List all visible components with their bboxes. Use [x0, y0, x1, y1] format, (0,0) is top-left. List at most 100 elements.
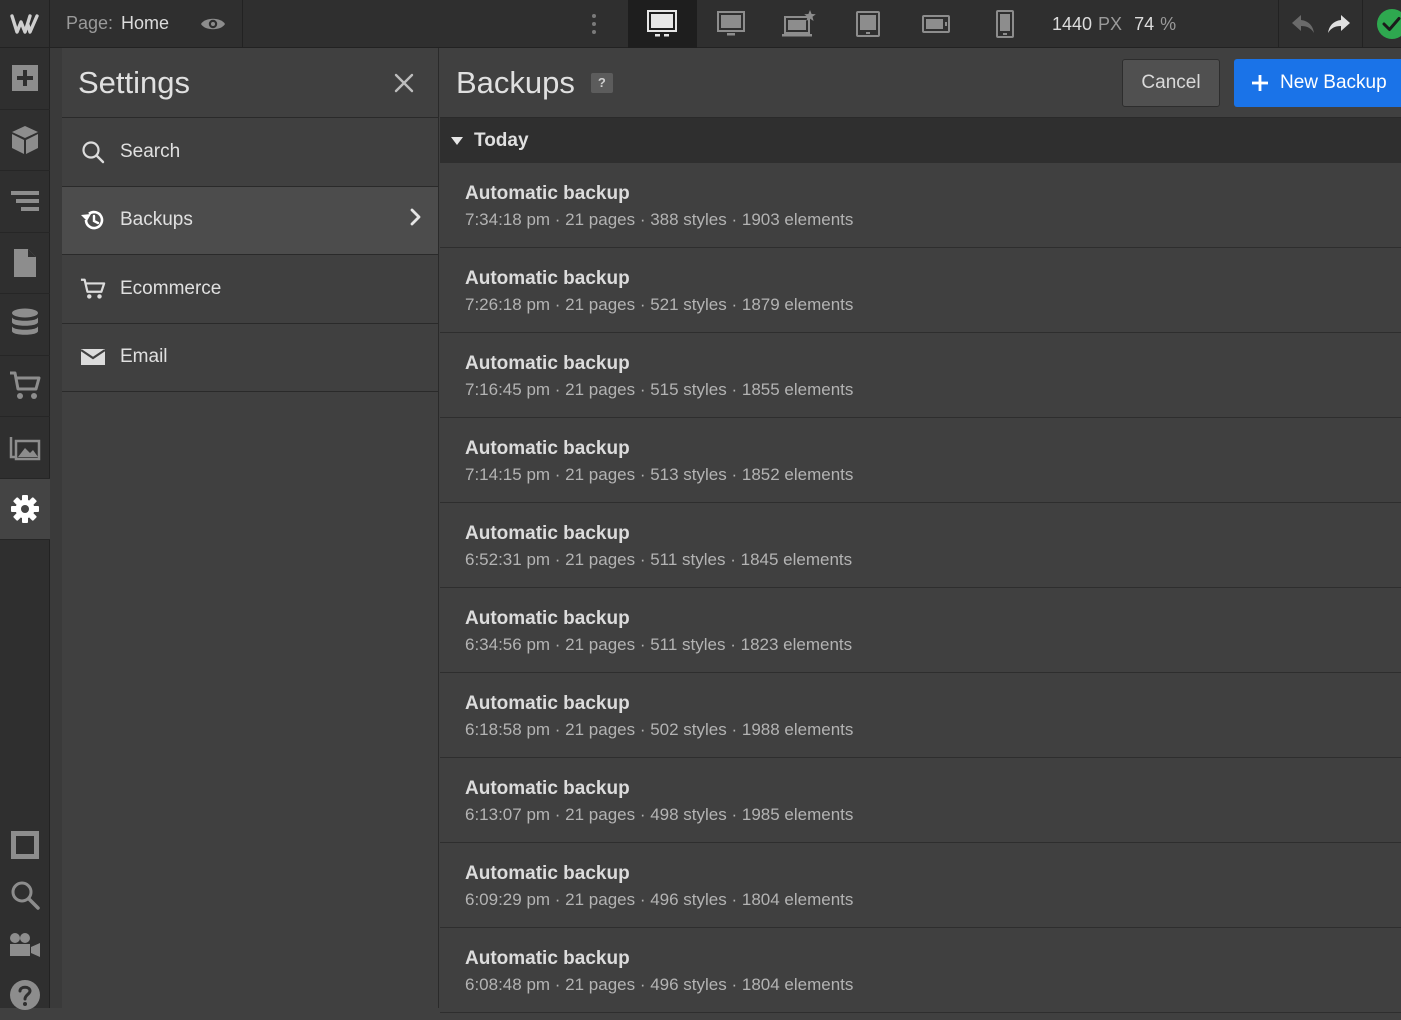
group-header-today[interactable]: Today	[440, 118, 1401, 163]
settings-item-label: Email	[120, 346, 168, 368]
gear-icon	[11, 494, 39, 523]
video-tutorials-button[interactable]	[0, 920, 50, 970]
backup-item[interactable]: Automatic backup 7:14:15 pm · 21 pages · …	[440, 418, 1401, 503]
backup-meta: 7:16:45 pm · 21 pages · 515 styles · 185…	[465, 380, 854, 399]
cms-panel-button[interactable]	[0, 294, 50, 356]
laptop-star-icon	[782, 10, 817, 37]
backups-title: Backups	[456, 64, 575, 100]
breakpoint-switcher	[628, 0, 1039, 48]
phone-landscape-icon	[922, 15, 951, 33]
phone-portrait-icon	[995, 10, 1014, 38]
backup-title: Automatic backup	[465, 353, 630, 374]
backup-title: Automatic backup	[465, 438, 630, 459]
zoom-unit: %	[1160, 13, 1177, 34]
more-menu-button[interactable]	[580, 0, 608, 48]
backup-meta: 7:26:18 pm · 21 pages · 521 styles · 187…	[465, 295, 854, 314]
page-selector[interactable]: Page: Home	[50, 0, 183, 48]
help-button[interactable]	[0, 970, 50, 1020]
redo-icon[interactable]	[1326, 13, 1352, 35]
backup-item[interactable]: Automatic backup 6:34:56 pm · 21 pages · …	[440, 588, 1401, 673]
settings-title: Settings	[78, 64, 191, 100]
backup-item[interactable]: Automatic backup 7:26:18 pm · 21 pages · …	[440, 248, 1401, 333]
search-icon	[11, 881, 40, 910]
page-name: Home	[121, 13, 170, 33]
history-icon	[80, 207, 106, 233]
backup-item[interactable]: Automatic backup 6:09:29 pm · 21 pages · …	[440, 843, 1401, 928]
backup-meta: 7:34:18 pm · 21 pages · 388 styles · 190…	[465, 210, 854, 229]
backup-meta: 6:08:48 pm · 21 pages · 496 styles · 180…	[465, 975, 854, 994]
box-icon	[12, 125, 38, 154]
left-toolbar	[0, 48, 50, 1010]
settings-header: Settings	[62, 48, 438, 118]
database-icon	[12, 308, 38, 335]
backup-item[interactable]: Automatic backup 6:18:58 pm · 21 pages · …	[440, 673, 1401, 758]
desktop-icon	[647, 10, 678, 37]
desktop-breakpoint-button[interactable]	[628, 0, 697, 48]
settings-item-email[interactable]: Email	[62, 324, 438, 392]
tablet-breakpoint-button[interactable]	[834, 0, 903, 48]
tablet-icon	[855, 11, 880, 37]
webflow-logo-icon	[9, 13, 39, 34]
backup-title: Automatic backup	[465, 693, 630, 714]
settings-item-search[interactable]: Search	[62, 118, 438, 187]
backup-item[interactable]: Automatic backup 6:08:48 pm · 21 pages · …	[440, 928, 1401, 1013]
cancel-button[interactable]: Cancel	[1122, 59, 1220, 107]
search-icon	[80, 139, 106, 165]
zoom-level: 74	[1134, 13, 1155, 34]
publish-status[interactable]	[1362, 0, 1401, 48]
backup-meta: 6:34:56 pm · 21 pages · 511 styles · 182…	[465, 635, 853, 654]
backup-item[interactable]: Automatic backup 7:16:45 pm · 21 pages · …	[440, 333, 1401, 418]
canvas-width: 1440	[1052, 13, 1093, 34]
cart-icon	[80, 276, 106, 302]
page-label: Page:	[66, 13, 114, 33]
settings-panel-button[interactable]	[0, 478, 50, 540]
navigator-icon	[11, 191, 39, 212]
history-controls	[1278, 0, 1362, 48]
backup-item[interactable]: Automatic backup 6:13:07 pm · 21 pages · …	[440, 758, 1401, 843]
large-breakpoint-button[interactable]	[765, 0, 834, 48]
check-circle-icon	[1377, 9, 1401, 39]
backups-header: Backups ? Cancel New Backup	[440, 48, 1401, 118]
kebab-icon	[592, 14, 596, 34]
preview-button[interactable]	[183, 0, 244, 48]
settings-panel: Settings Search Backups Ecommerce Email	[62, 48, 439, 1008]
backup-meta: 6:13:07 pm · 21 pages · 498 styles · 198…	[465, 805, 854, 824]
backup-title: Automatic backup	[465, 268, 630, 289]
add-panel-button[interactable]	[0, 48, 50, 110]
frame-icon	[11, 831, 39, 859]
base-desktop-breakpoint-button[interactable]	[697, 0, 766, 48]
left-toolbar-bottom	[0, 820, 50, 1020]
close-settings-button[interactable]	[392, 71, 416, 95]
panel-gutter	[50, 48, 62, 1008]
backups-panel: Backups ? Cancel New Backup Today Automa…	[440, 48, 1401, 1013]
webflow-logo[interactable]	[0, 0, 50, 48]
top-toolbar: Page: Home 1440 PX 74 %	[0, 0, 1401, 48]
symbols-panel-button[interactable]	[0, 110, 50, 171]
backup-title: Automatic backup	[465, 183, 630, 204]
caret-down-icon	[450, 136, 464, 146]
backup-title: Automatic backup	[465, 778, 630, 799]
search-tool-button[interactable]	[0, 870, 50, 920]
ecommerce-panel-button[interactable]	[0, 356, 50, 417]
mobile-landscape-breakpoint-button[interactable]	[902, 0, 971, 48]
help-badge[interactable]: ?	[590, 72, 613, 93]
close-icon	[394, 73, 414, 92]
backup-item[interactable]: Automatic backup 7:34:18 pm · 21 pages · …	[440, 163, 1401, 248]
undo-icon[interactable]	[1290, 13, 1316, 35]
settings-item-ecommerce[interactable]: Ecommerce	[62, 255, 438, 324]
assets-panel-button[interactable]	[0, 417, 50, 479]
mobile-portrait-breakpoint-button[interactable]	[971, 0, 1040, 48]
canvas-size-readout: 1440 PX 74 %	[1040, 0, 1188, 48]
backup-item[interactable]: Automatic backup 6:52:31 pm · 21 pages · …	[440, 503, 1401, 588]
settings-item-backups[interactable]: Backups	[62, 186, 438, 255]
new-backup-button[interactable]: New Backup	[1234, 59, 1401, 107]
frame-toggle-button[interactable]	[0, 820, 50, 870]
help-circle-icon	[10, 980, 40, 1010]
envelope-icon	[80, 344, 106, 370]
plus-icon	[1252, 75, 1268, 91]
pages-panel-button[interactable]	[0, 233, 50, 294]
images-icon	[9, 437, 41, 461]
page-icon	[14, 248, 36, 277]
navigator-panel-button[interactable]	[0, 171, 50, 233]
backup-meta: 6:18:58 pm · 21 pages · 502 styles · 198…	[465, 720, 854, 739]
